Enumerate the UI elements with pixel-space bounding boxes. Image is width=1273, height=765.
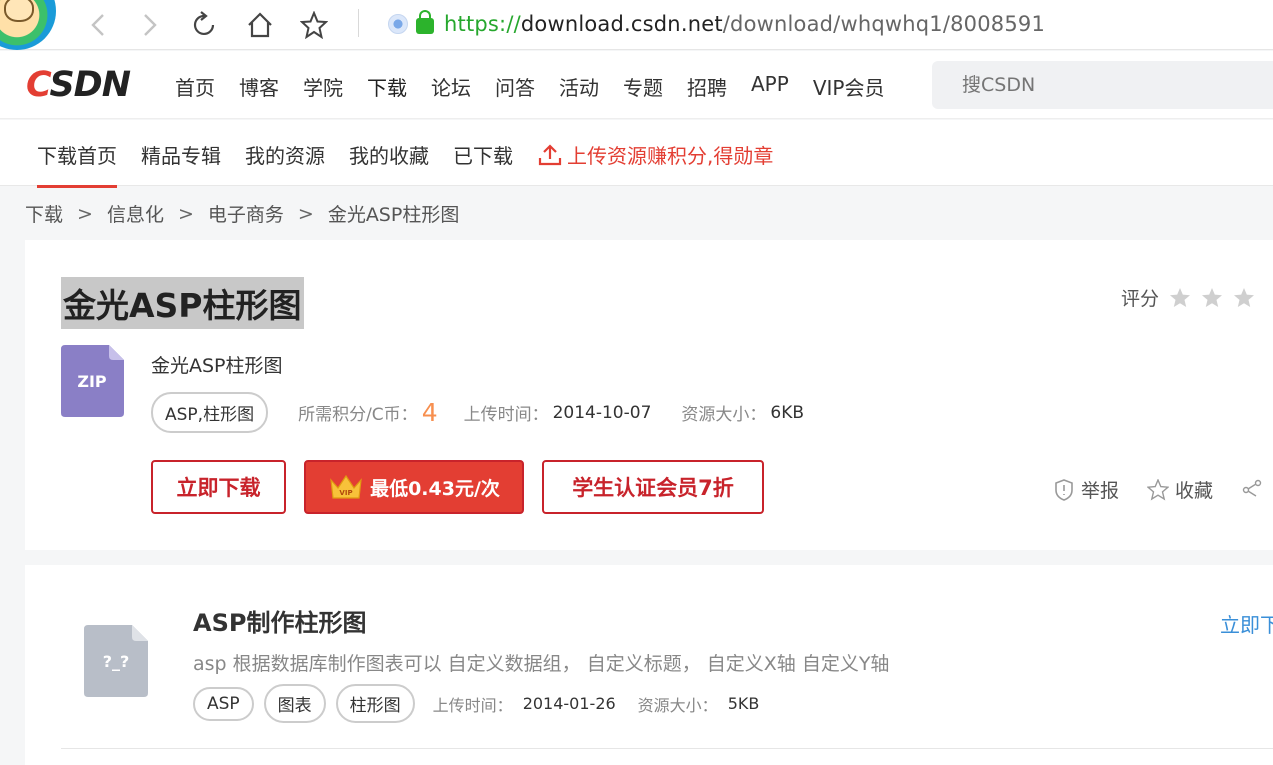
related-size-label: 资源大小：	[637, 695, 718, 715]
url-host: download.csdn.net	[520, 12, 723, 36]
subnav-download-home[interactable]: 下载首页	[37, 140, 117, 188]
zip-file-label: ZIP	[77, 372, 107, 391]
related-tag[interactable]: 图表	[263, 684, 326, 723]
download-now-button[interactable]: 立即下载	[151, 460, 286, 514]
subnav-my-favorites[interactable]: 我的收藏	[349, 140, 429, 169]
breadcrumb-separator: >	[297, 202, 314, 225]
related-title[interactable]: ASP制作柱形图	[193, 603, 366, 638]
size-label: 资源大小：	[681, 405, 767, 425]
url-text[interactable]: https://download.csdn.net/download/whqwh…	[444, 12, 1045, 36]
related-resource-item[interactable]: ?_? ASP制作柱形图 asp 根据数据库制作图表可以 自定义数据组， 自定义…	[25, 565, 1273, 765]
zip-file-icon: ZIP	[61, 345, 124, 417]
rating-star-icon[interactable]	[1233, 287, 1255, 309]
favorite-button[interactable]: 收藏	[1147, 476, 1213, 503]
resource-actions: 立即下载 VIP 最低0.43元/次 学生认证会员7折	[151, 460, 782, 514]
related-tag[interactable]: ASP	[193, 686, 254, 721]
breadcrumb-separator: >	[177, 202, 194, 225]
nav-events[interactable]: 活动	[559, 72, 599, 101]
vip-download-button[interactable]: VIP 最低0.43元/次	[304, 460, 524, 514]
site-header: CSDN 首页 博客 学院 下载 论坛 问答 活动 专题 招聘 APP VIP会…	[0, 51, 1273, 125]
report-label: 举报	[1081, 480, 1120, 502]
unknown-file-icon: ?_?	[84, 625, 148, 697]
list-divider	[61, 748, 1273, 749]
nav-qa[interactable]: 问答	[495, 72, 535, 101]
student-discount-button[interactable]: 学生认证会员7折	[542, 460, 764, 514]
favorite-label: 收藏	[1175, 480, 1214, 502]
vip-crown-icon: VIP	[330, 474, 362, 499]
share-icon	[1242, 479, 1262, 497]
rating-star-icon[interactable]	[1201, 287, 1223, 309]
breadcrumb-download[interactable]: 下载	[25, 200, 63, 227]
resource-tag[interactable]: ASP,柱形图	[151, 392, 269, 433]
upload-resource-link[interactable]: 上传资源赚积分,得勋章	[537, 140, 773, 169]
breadcrumb-informatization[interactable]: 信息化	[107, 200, 164, 227]
url-path: /download/whqwhq1/8008591	[722, 12, 1046, 36]
nav-topics[interactable]: 专题	[623, 72, 663, 101]
nav-app[interactable]: APP	[751, 72, 789, 101]
upload-time-label: 上传时间：	[463, 405, 549, 425]
rating: 评分	[1121, 284, 1255, 311]
related-tag[interactable]: 柱形图	[335, 684, 415, 723]
rating-star-icon[interactable]	[1169, 287, 1191, 309]
secure-lock-icon	[416, 9, 434, 34]
resource-meta: ASP,柱形图 所需积分/C币： 4 上传时间： 2014-10-07 资源大小…	[151, 392, 804, 433]
forward-icon[interactable]	[132, 8, 166, 42]
nav-jobs[interactable]: 招聘	[687, 72, 727, 101]
subnav-my-resources[interactable]: 我的资源	[245, 140, 325, 169]
resource-tools: 举报 收藏	[1053, 476, 1273, 503]
avatar-face	[4, 0, 34, 22]
related-size-value: 5KB	[727, 694, 760, 713]
subnav-featured-albums[interactable]: 精品专辑	[141, 140, 221, 169]
points-label: 所需积分/C币：	[298, 405, 418, 425]
search-box	[932, 61, 1273, 109]
search-input[interactable]	[962, 74, 1262, 96]
nav-vip[interactable]: VIP会员	[813, 72, 885, 101]
rating-label: 评分	[1121, 288, 1160, 310]
address-bar[interactable]: https://download.csdn.net/download/whqwh…	[388, 6, 1045, 42]
upload-link-label: 上传资源赚积分,得勋章	[567, 144, 774, 168]
breadcrumb-separator: >	[77, 202, 93, 225]
site-info-icon[interactable]	[388, 14, 408, 34]
file-name: 金光ASP柱形图	[151, 355, 283, 377]
related-upload-time-value: 2014-01-26	[522, 694, 616, 713]
subnav-downloaded[interactable]: 已下载	[453, 140, 513, 169]
vip-badge-text: VIP	[340, 489, 353, 497]
share-button[interactable]	[1241, 479, 1269, 501]
related-upload-time-label: 上传时间：	[432, 695, 513, 715]
breadcrumb: 下载 > 信息化 > 电子商务 > 金光ASP柱形图	[25, 200, 459, 227]
download-sub-nav: 下载首页 精品专辑 我的资源 我的收藏 已下载 上传资源赚积分,得勋章	[0, 120, 1273, 188]
favorite-star-icon	[1147, 478, 1170, 500]
upload-time-value: 2014-10-07	[552, 402, 652, 423]
main-nav: 首页 博客 学院 下载 论坛 问答 活动 专题 招聘 APP VIP会员	[175, 72, 908, 125]
nav-academy[interactable]: 学院	[303, 72, 343, 101]
csdn-logo[interactable]: CSDN	[26, 65, 131, 105]
toolbar-divider	[358, 9, 359, 37]
points-value: 4	[421, 398, 438, 427]
report-button[interactable]: 举报	[1053, 476, 1119, 503]
resource-card: 金光ASP柱形图 评分 ZIP 金光ASP柱形图 ASP,柱形图 所需积分/C币…	[25, 240, 1273, 550]
back-icon[interactable]	[82, 8, 116, 42]
profile-avatar[interactable]	[0, 0, 56, 50]
size-value: 6KB	[770, 402, 805, 423]
shield-icon	[1055, 478, 1073, 501]
home-icon[interactable]	[243, 8, 277, 42]
upload-icon	[538, 143, 562, 165]
related-description: asp 根据数据库制作图表可以 自定义数据组， 自定义标题， 自定义X轴 自定义…	[193, 653, 890, 675]
related-download-link[interactable]: 立即下	[1220, 609, 1273, 638]
vip-button-label: 最低0.43元/次	[370, 477, 500, 500]
breadcrumb-current: 金光ASP柱形图	[327, 204, 460, 226]
nav-blog[interactable]: 博客	[239, 72, 279, 101]
nav-home[interactable]: 首页	[175, 72, 215, 101]
reload-icon[interactable]	[188, 8, 222, 42]
resource-title: 金光ASP柱形图	[61, 277, 304, 329]
url-scheme: https://	[444, 12, 521, 36]
related-meta: ASP 图表 柱形图 上传时间： 2014-01-26 资源大小： 5KB	[193, 684, 759, 723]
nav-download[interactable]: 下载	[367, 72, 407, 125]
nav-forum[interactable]: 论坛	[431, 72, 471, 101]
browser-toolbar: https://download.csdn.net/download/whqwh…	[0, 0, 1273, 50]
unknown-file-label: ?_?	[103, 652, 130, 671]
bookmark-star-icon[interactable]	[297, 8, 331, 42]
breadcrumb-ecommerce[interactable]: 电子商务	[208, 200, 284, 227]
